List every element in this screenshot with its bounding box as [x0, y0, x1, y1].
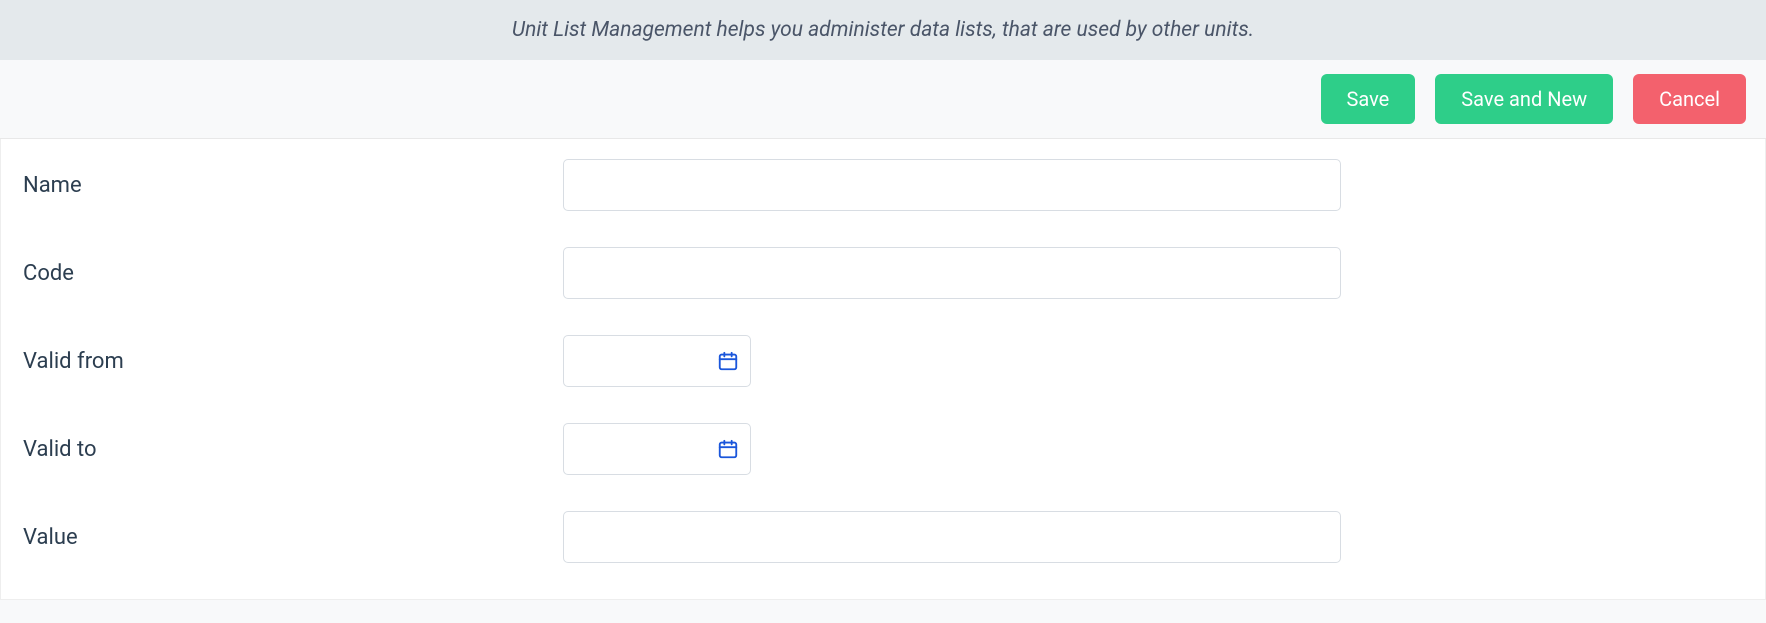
valid-from-label: Valid from: [23, 349, 563, 374]
form-row-name: Name: [23, 159, 1743, 211]
toolbar: Save Save and New Cancel: [0, 60, 1766, 139]
code-label: Code: [23, 261, 563, 286]
valid-to-label: Valid to: [23, 437, 563, 462]
calendar-icon: [717, 350, 739, 372]
cancel-button[interactable]: Cancel: [1633, 74, 1746, 124]
form-row-value: Value: [23, 511, 1743, 563]
name-field[interactable]: [563, 159, 1341, 211]
code-field[interactable]: [563, 247, 1341, 299]
save-button[interactable]: Save: [1321, 74, 1416, 124]
form-row-valid-from: Valid from: [23, 335, 1743, 387]
value-label: Value: [23, 525, 563, 550]
form-area: Name Code Valid from Valid to: [0, 139, 1766, 600]
form-row-code: Code: [23, 247, 1743, 299]
info-banner: Unit List Management helps you administe…: [0, 0, 1766, 60]
info-banner-text: Unit List Management helps you administe…: [512, 18, 1254, 42]
valid-to-calendar-button[interactable]: [713, 434, 743, 464]
valid-from-wrap: [563, 335, 751, 387]
value-field[interactable]: [563, 511, 1341, 563]
save-and-new-button[interactable]: Save and New: [1435, 74, 1613, 124]
form-row-valid-to: Valid to: [23, 423, 1743, 475]
valid-to-wrap: [563, 423, 751, 475]
valid-from-calendar-button[interactable]: [713, 346, 743, 376]
calendar-icon: [717, 438, 739, 460]
name-label: Name: [23, 173, 563, 198]
